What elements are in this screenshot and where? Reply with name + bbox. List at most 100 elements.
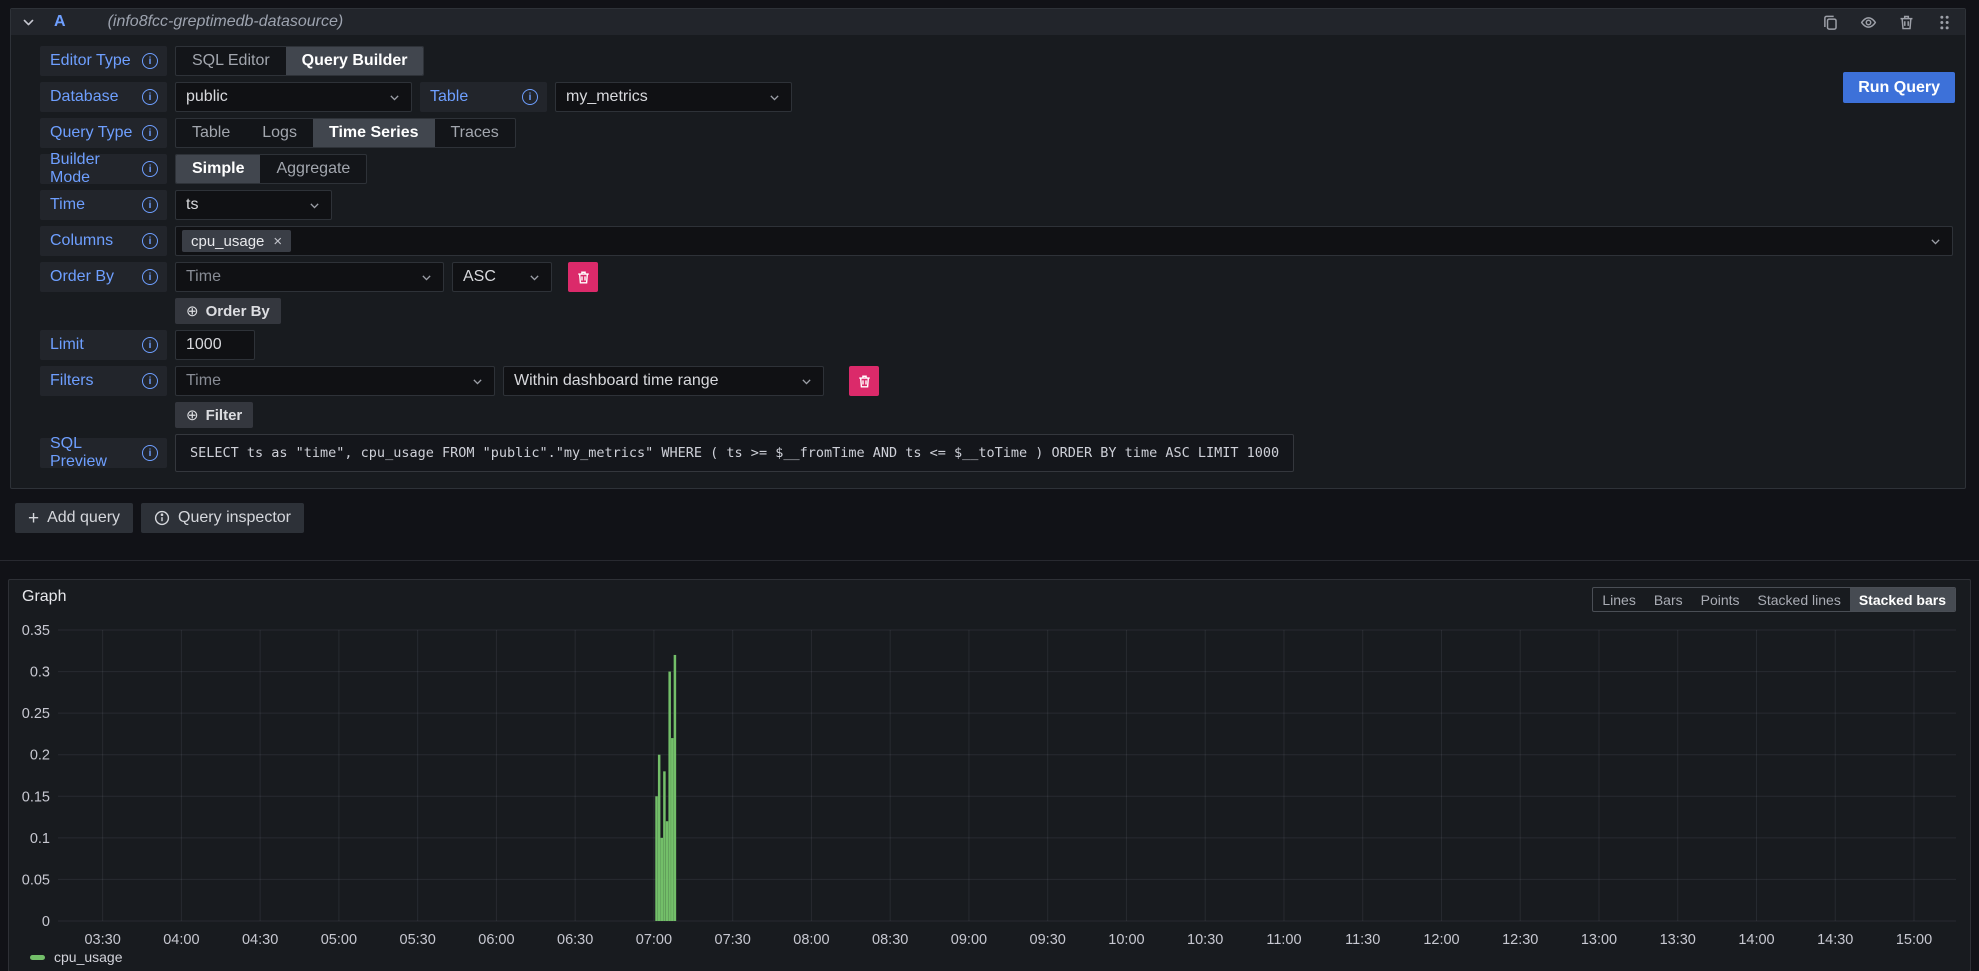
- circle-plus-icon: ⊕: [186, 406, 199, 424]
- order-by-direction-select[interactable]: ASC: [452, 262, 552, 292]
- svg-text:13:00: 13:00: [1581, 932, 1617, 948]
- chevron-down-icon: [308, 199, 321, 212]
- mode-tab-stacked-bars[interactable]: Stacked bars: [1850, 588, 1955, 611]
- legend-item-cpu-usage[interactable]: cpu_usage: [30, 949, 123, 965]
- query-type-label: Query Type i: [40, 118, 167, 148]
- builder-mode-label: Builder Mode i: [40, 154, 167, 184]
- time-column-select[interactable]: ts: [175, 190, 332, 220]
- svg-text:0.15: 0.15: [22, 789, 50, 805]
- chart-svg: 03:3004:0004:3005:0005:3006:0006:3007:00…: [9, 580, 1962, 970]
- database-label: Database i: [40, 82, 167, 112]
- info-icon[interactable]: i: [142, 197, 158, 213]
- svg-text:10:00: 10:00: [1108, 932, 1144, 948]
- info-icon[interactable]: i: [142, 337, 158, 353]
- editor-type-segmented: SQL Editor Query Builder: [175, 46, 424, 76]
- svg-text:0.35: 0.35: [22, 623, 50, 639]
- svg-text:09:00: 09:00: [951, 932, 987, 948]
- editor-type-option-sql-editor[interactable]: SQL Editor: [176, 47, 286, 75]
- svg-text:11:00: 11:00: [1266, 932, 1301, 948]
- info-icon[interactable]: i: [142, 125, 158, 141]
- remove-tag-icon[interactable]: ×: [273, 234, 282, 249]
- svg-text:05:30: 05:30: [400, 932, 436, 948]
- add-filter-button[interactable]: ⊕ Filter: [175, 402, 253, 428]
- svg-text:0: 0: [42, 914, 50, 930]
- database-row: Database i public Table i my_metrics: [40, 82, 1953, 112]
- mode-tab-lines[interactable]: Lines: [1593, 588, 1644, 611]
- columns-multiselect[interactable]: cpu_usage ×: [175, 226, 1953, 256]
- query-editor-body: Run Query Editor Type i SQL Editor Query…: [11, 35, 1965, 488]
- svg-text:07:30: 07:30: [715, 932, 751, 948]
- chevron-down-icon: [388, 91, 401, 104]
- builder-mode-option-aggregate[interactable]: Aggregate: [260, 155, 366, 183]
- add-order-by-row: ⊕ Order By: [175, 298, 1953, 324]
- info-icon[interactable]: i: [142, 373, 158, 389]
- svg-text:13:30: 13:30: [1660, 932, 1696, 948]
- collapse-chevron-icon[interactable]: [22, 16, 35, 29]
- svg-text:05:00: 05:00: [321, 932, 357, 948]
- builder-mode-option-simple[interactable]: Simple: [176, 155, 260, 183]
- mode-tab-bars[interactable]: Bars: [1645, 588, 1692, 611]
- run-query-button[interactable]: Run Query: [1843, 72, 1955, 103]
- columns-label: Columns i: [40, 226, 167, 256]
- graph-panel: 03:3004:0004:3005:0005:3006:0006:3007:00…: [8, 579, 1971, 971]
- svg-text:0.3: 0.3: [30, 665, 50, 681]
- svg-text:08:00: 08:00: [793, 932, 829, 948]
- chevron-down-icon: [768, 91, 781, 104]
- limit-input[interactable]: [175, 330, 255, 360]
- query-type-option-time-series[interactable]: Time Series: [313, 119, 435, 147]
- info-icon[interactable]: i: [142, 233, 158, 249]
- svg-text:12:30: 12:30: [1502, 932, 1538, 948]
- info-icon[interactable]: i: [522, 89, 538, 105]
- info-icon[interactable]: i: [142, 269, 158, 285]
- svg-text:14:30: 14:30: [1817, 932, 1853, 948]
- datasource-name: (info8fcc-greptimedb-datasource): [108, 13, 344, 31]
- query-type-option-logs[interactable]: Logs: [246, 119, 313, 147]
- mode-tab-stacked-lines[interactable]: Stacked lines: [1749, 588, 1850, 611]
- table-select[interactable]: my_metrics: [555, 82, 792, 112]
- time-row: Time i ts: [40, 190, 1953, 220]
- svg-text:06:00: 06:00: [478, 932, 514, 948]
- order-by-field-select[interactable]: Time: [175, 262, 444, 292]
- query-type-segmented: Table Logs Time Series Traces: [175, 118, 516, 148]
- duplicate-query-icon[interactable]: [1822, 14, 1839, 31]
- drag-handle-icon[interactable]: [1936, 14, 1953, 31]
- circle-info-icon: [154, 510, 170, 526]
- mode-tab-points[interactable]: Points: [1692, 588, 1749, 611]
- chevron-down-icon: [471, 375, 484, 388]
- database-select[interactable]: public: [175, 82, 412, 112]
- info-icon[interactable]: i: [142, 445, 158, 461]
- query-inspector-button[interactable]: Query inspector: [141, 503, 304, 533]
- limit-row: Limit i: [40, 330, 1953, 360]
- info-icon[interactable]: i: [142, 89, 158, 105]
- svg-text:04:00: 04:00: [163, 932, 199, 948]
- sql-preview-text: SELECT ts as "time", cpu_usage FROM "pub…: [175, 434, 1294, 472]
- filter-condition-select[interactable]: Within dashboard time range: [503, 366, 824, 396]
- svg-text:06:30: 06:30: [557, 932, 593, 948]
- info-icon[interactable]: i: [142, 161, 158, 177]
- circle-plus-icon: ⊕: [186, 302, 199, 320]
- info-icon[interactable]: i: [142, 53, 158, 69]
- editor-type-option-query-builder[interactable]: Query Builder: [286, 47, 424, 75]
- time-series-chart[interactable]: 03:3004:0004:3005:0005:3006:0006:3007:00…: [9, 580, 1970, 971]
- remove-order-by-trash-button[interactable]: [568, 262, 598, 292]
- add-order-by-button[interactable]: ⊕ Order By: [175, 298, 281, 324]
- time-label: Time i: [40, 190, 167, 220]
- query-type-option-table[interactable]: Table: [176, 119, 246, 147]
- svg-text:07:00: 07:00: [636, 932, 672, 948]
- legend-series-label: cpu_usage: [54, 949, 123, 965]
- remove-filter-trash-button[interactable]: [849, 366, 879, 396]
- delete-query-trash-icon[interactable]: [1898, 14, 1915, 31]
- svg-text:04:30: 04:30: [242, 932, 278, 948]
- page: A (info8fcc-greptimedb-datasource) Run Q…: [0, 8, 1979, 971]
- table-label: Table i: [420, 82, 547, 112]
- query-type-option-traces[interactable]: Traces: [435, 119, 515, 147]
- display-mode-tabs: Lines Bars Points Stacked lines Stacked …: [1592, 587, 1956, 612]
- filter-field-select[interactable]: Time: [175, 366, 495, 396]
- add-query-button[interactable]: + Add query: [15, 503, 133, 533]
- toggle-visibility-eye-icon[interactable]: [1860, 14, 1877, 31]
- query-editor-card: A (info8fcc-greptimedb-datasource) Run Q…: [10, 8, 1966, 489]
- plus-icon: +: [28, 509, 39, 528]
- svg-text:11:30: 11:30: [1345, 932, 1380, 948]
- filters-label: Filters i: [40, 366, 167, 396]
- builder-mode-row: Builder Mode i Simple Aggregate: [40, 154, 1953, 184]
